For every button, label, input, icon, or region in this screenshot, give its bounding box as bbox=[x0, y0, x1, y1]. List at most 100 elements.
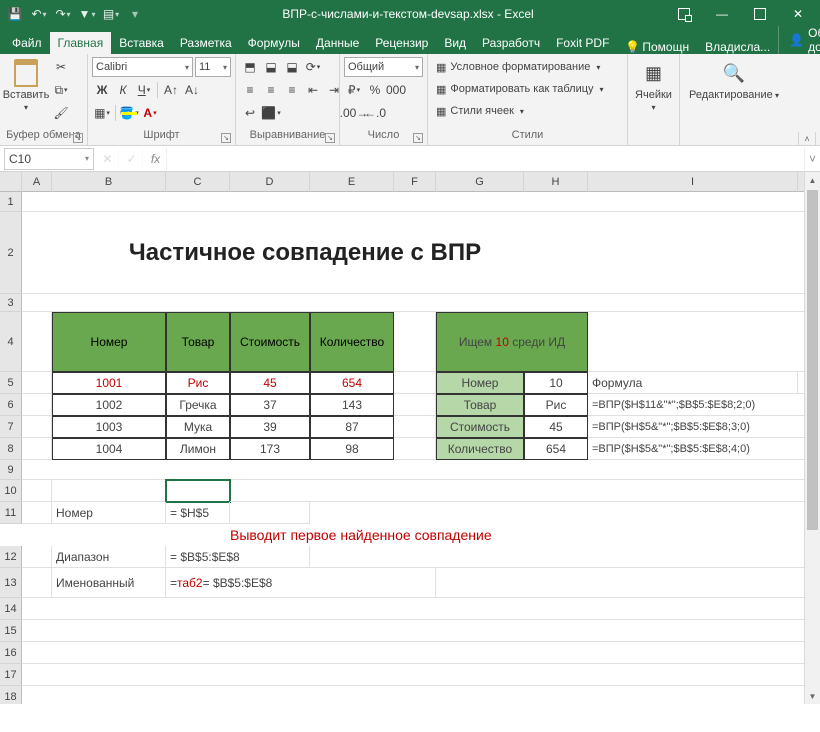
borders-icon[interactable]: ▦ bbox=[92, 103, 112, 123]
close-button[interactable]: ✕ bbox=[780, 0, 816, 28]
cell[interactable]: 45 bbox=[230, 372, 310, 394]
cell[interactable]: 1004 bbox=[52, 438, 166, 460]
cell[interactable]: Номер bbox=[436, 372, 524, 394]
cell[interactable]: 1001 bbox=[52, 372, 166, 394]
align-left-icon[interactable]: ≡ bbox=[240, 80, 260, 100]
cell[interactable]: 45 bbox=[524, 416, 588, 438]
qat-customize-icon[interactable]: ▾ bbox=[126, 5, 144, 23]
format-painter-icon[interactable]: 🖌 bbox=[51, 103, 71, 123]
tab-formulas[interactable]: Формулы bbox=[240, 32, 308, 54]
tab-review[interactable]: Рецензир bbox=[367, 32, 436, 54]
col-header[interactable]: B bbox=[52, 172, 166, 192]
vertical-scrollbar[interactable]: ▲ ▼ bbox=[804, 172, 820, 704]
cell[interactable]: 1003 bbox=[52, 416, 166, 438]
align-bottom-icon[interactable]: ⬓ bbox=[282, 57, 302, 77]
number-format-select[interactable]: Общий▾ bbox=[344, 57, 423, 77]
cell[interactable] bbox=[22, 502, 52, 524]
cell[interactable] bbox=[22, 438, 52, 460]
wrap-text-icon[interactable]: ↩ bbox=[240, 103, 260, 123]
merge-cells-icon[interactable]: ⬛ bbox=[261, 103, 281, 123]
row-header[interactable]: 1 bbox=[0, 192, 22, 212]
cell[interactable]: Диапазон bbox=[52, 546, 166, 568]
share-button[interactable]: 👤Общий доступ bbox=[778, 26, 820, 54]
row-header[interactable]: 16 bbox=[0, 642, 22, 664]
row-header[interactable]: 15 bbox=[0, 620, 22, 642]
tab-layout[interactable]: Разметка bbox=[172, 32, 240, 54]
cell[interactable]: 10 bbox=[524, 372, 588, 394]
cell[interactable]: = таб2 = $B$5:$E$8 bbox=[166, 568, 436, 598]
dialog-launcher-icon[interactable]: ↘ bbox=[73, 133, 83, 143]
cell[interactable]: 654 bbox=[310, 372, 394, 394]
cell[interactable] bbox=[22, 372, 52, 394]
cell[interactable]: Номер bbox=[52, 312, 166, 372]
cell[interactable]: Товар bbox=[436, 394, 524, 416]
cell[interactable]: 1002 bbox=[52, 394, 166, 416]
font-size-select[interactable]: 11▾ bbox=[195, 57, 231, 77]
cell[interactable] bbox=[394, 372, 436, 394]
increase-decimal-icon[interactable]: .00→ bbox=[344, 103, 364, 123]
cell[interactable]: Гречка bbox=[166, 394, 230, 416]
tab-view[interactable]: Вид bbox=[436, 32, 474, 54]
increase-font-icon[interactable]: A↑ bbox=[161, 80, 181, 100]
row-header[interactable]: 13 bbox=[0, 568, 22, 598]
cell[interactable] bbox=[22, 416, 52, 438]
cell[interactable]: Выводит первое найденное совпадение bbox=[230, 524, 820, 546]
filter-icon[interactable]: ▼ bbox=[78, 5, 96, 23]
editing-button[interactable]: 🔍Редактирование bbox=[684, 57, 784, 103]
row-header[interactable]: 8 bbox=[0, 438, 22, 460]
cell[interactable] bbox=[394, 394, 436, 416]
tab-home[interactable]: Главная bbox=[50, 32, 112, 54]
minimize-button[interactable]: — bbox=[704, 0, 740, 28]
row-header[interactable]: 6 bbox=[0, 394, 22, 416]
dialog-launcher-icon[interactable]: ↘ bbox=[221, 133, 231, 143]
align-middle-icon[interactable]: ⬓ bbox=[261, 57, 281, 77]
ribbon-display-icon[interactable] bbox=[666, 0, 702, 28]
comma-format-icon[interactable]: 000 bbox=[386, 80, 406, 100]
copy-icon[interactable]: ⧉ bbox=[51, 80, 71, 100]
cell[interactable]: =ВПР($H$5&"*";$B$5:$E$8;4;0) bbox=[588, 438, 820, 460]
format-as-table-button[interactable]: ▦Форматировать как таблицу bbox=[432, 79, 608, 99]
cell[interactable]: 173 bbox=[230, 438, 310, 460]
cut-icon[interactable]: ✂ bbox=[51, 57, 71, 77]
row-header[interactable]: 18 bbox=[0, 686, 22, 704]
cancel-formula-icon[interactable]: ✕ bbox=[97, 148, 119, 170]
cell[interactable]: 37 bbox=[230, 394, 310, 416]
save-icon[interactable]: 💾 bbox=[6, 5, 24, 23]
cell[interactable]: Лимон bbox=[166, 438, 230, 460]
cell-styles-button[interactable]: ▦Стили ячеек bbox=[432, 101, 528, 121]
col-header[interactable]: C bbox=[166, 172, 230, 192]
form-icon[interactable]: ▤ bbox=[102, 5, 120, 23]
decrease-font-icon[interactable]: A↓ bbox=[182, 80, 202, 100]
scroll-up-icon[interactable]: ▲ bbox=[805, 172, 820, 188]
account-name[interactable]: Владисла... bbox=[697, 40, 778, 54]
cell[interactable]: Рис bbox=[166, 372, 230, 394]
expand-formula-bar-icon[interactable]: ˅ bbox=[804, 148, 820, 170]
cell[interactable]: Стоимость bbox=[436, 416, 524, 438]
tell-me[interactable]: 💡Помощн bbox=[617, 40, 697, 54]
col-header[interactable]: I bbox=[588, 172, 798, 192]
cell[interactable]: Именованный bbox=[52, 568, 166, 598]
cell[interactable]: = $B$5:$E$8 bbox=[166, 546, 310, 568]
cell[interactable]: 98 bbox=[310, 438, 394, 460]
cells-button[interactable]: ▦Ячейки bbox=[632, 57, 675, 115]
row-header[interactable]: 9 bbox=[0, 460, 22, 480]
active-cell[interactable] bbox=[166, 480, 230, 502]
cell[interactable] bbox=[22, 686, 820, 704]
accounting-format-icon[interactable]: ₽ bbox=[344, 80, 364, 100]
cell[interactable]: 143 bbox=[310, 394, 394, 416]
row-header[interactable]: 10 bbox=[0, 480, 22, 502]
cell[interactable] bbox=[22, 294, 820, 312]
select-all-corner[interactable] bbox=[0, 172, 22, 192]
tab-data[interactable]: Данные bbox=[308, 32, 367, 54]
align-right-icon[interactable]: ≡ bbox=[282, 80, 302, 100]
cell[interactable] bbox=[22, 546, 52, 568]
italic-button[interactable]: К bbox=[113, 80, 133, 100]
spreadsheet-grid[interactable]: A B C D E F G H I J K L 1 2 Частичное со… bbox=[0, 172, 820, 704]
cell[interactable]: Ищем 10 среди ИД bbox=[436, 312, 588, 372]
cell-title[interactable]: Частичное совпадение с ВПР bbox=[22, 212, 588, 294]
cell[interactable]: Мука bbox=[166, 416, 230, 438]
collapse-ribbon-icon[interactable]: ˄ bbox=[798, 132, 816, 146]
cell[interactable]: Количество bbox=[436, 438, 524, 460]
cell[interactable] bbox=[310, 546, 820, 568]
row-header[interactable]: 3 bbox=[0, 294, 22, 312]
